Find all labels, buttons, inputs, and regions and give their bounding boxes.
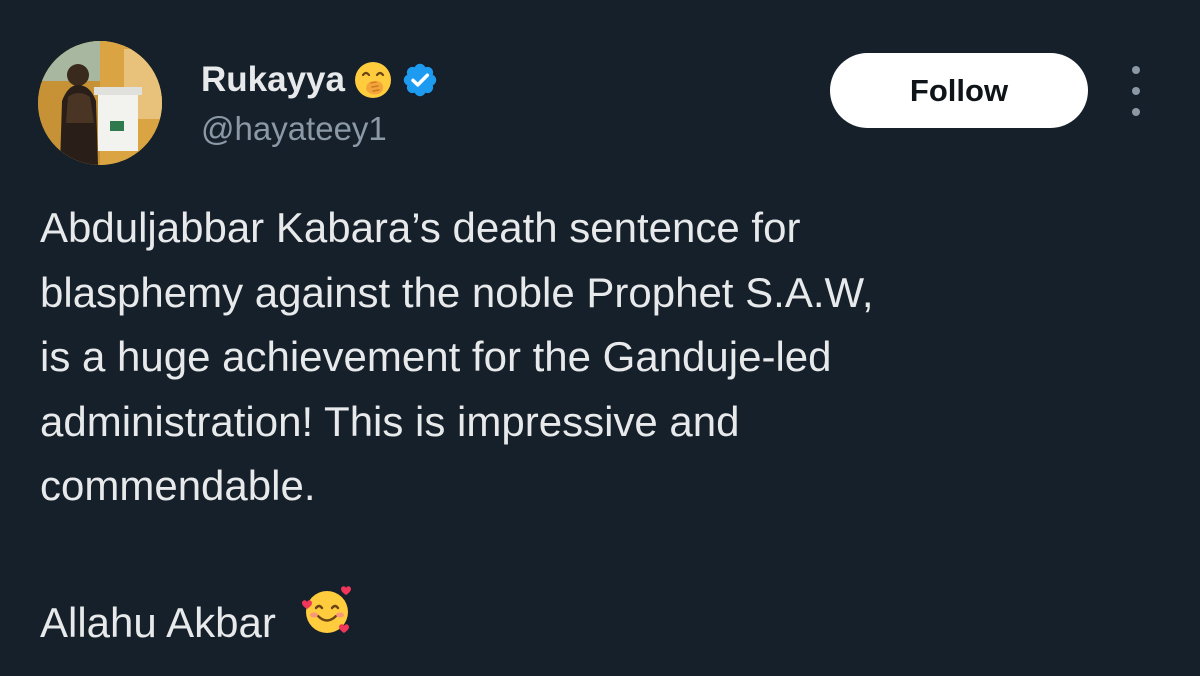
smiling-face-with-hearts-emoji [301,586,351,633]
author-display-name[interactable]: Rukayya [201,60,345,100]
tweet-text-line: administration! This is impressive and [40,397,740,445]
tweet-closing-line: Allahu Akbar [40,583,1160,656]
tweet-text-line: is a huge achievement for the Ganduje-le… [40,333,832,380]
author-name-row: Rukayya [201,58,439,102]
tweet-text-line: blasphemy against the noble Prophet S.A.… [40,268,874,316]
tweet-card: Rukayya @hayateey1 Follow Abduljabbar Ka… [0,0,1200,676]
verified-badge-icon[interactable] [401,61,439,99]
more-dot [1132,87,1140,95]
tweet-text-line: commendable. [40,462,316,509]
tweet-body: Abduljabbar Kabara’s death sentence for … [40,196,1160,656]
more-dot [1132,66,1140,74]
more-dot [1132,108,1140,116]
face-with-hand-over-mouth-emoji [354,62,391,98]
more-options-icon[interactable] [1118,66,1154,116]
avatar-photo [38,41,162,165]
tweet-closing-text: Allahu Akbar [40,599,276,646]
tweet-text-line: Abduljabbar Kabara’s death sentence for [40,204,801,251]
follow-button[interactable]: Follow [830,53,1088,128]
profile-avatar[interactable] [38,41,162,165]
author-handle[interactable]: @hayateey1 [201,110,387,148]
